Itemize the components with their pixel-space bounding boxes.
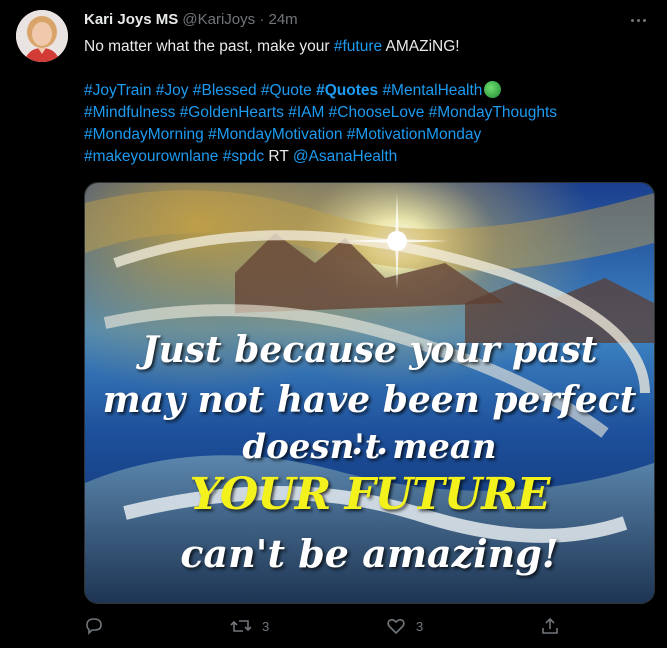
text-line-1: No matter what the past, make your #futu…	[84, 36, 649, 58]
tweet-header: Kari Joys MS @KariJoys · 24m	[84, 10, 298, 30]
author-name[interactable]: Kari Joys MS	[84, 11, 178, 28]
tweet-text: No matter what the past, make your #futu…	[84, 36, 649, 168]
text-line-6: #makeyourownlane #spdc RT @AsanaHealth	[84, 146, 649, 168]
retweet-icon	[230, 616, 252, 636]
quote-overlay: Just because your past may not have been…	[85, 183, 654, 603]
hashtag-mentalhealth[interactable]: #MentalHealth	[382, 82, 482, 99]
text-intro: No matter what the past, make your	[84, 38, 334, 55]
hashtag-blessed[interactable]: #Blessed	[193, 82, 257, 99]
hashtag-joy[interactable]: #Joy	[156, 82, 189, 99]
text-line-3: #JoyTrain #Joy #Blessed #Quote #Quotes #…	[84, 80, 649, 102]
mention-asanahealth[interactable]: @AsanaHealth	[293, 148, 398, 165]
hashtag-joytrain[interactable]: #JoyTrain	[84, 82, 151, 99]
action-bar: 3 3	[84, 616, 650, 640]
hashtags-line-5[interactable]: #MondayMorning #MondayMotivation #Motiva…	[84, 124, 649, 146]
timestamp[interactable]: 24m	[268, 11, 297, 28]
separator-dot: ·	[259, 11, 265, 28]
hashtag-future[interactable]: #future	[334, 38, 382, 55]
quote-line-5: can't be amazing!	[180, 531, 559, 576]
retweet-count: 3	[262, 618, 270, 634]
quote-line-highlight: YOUR FUTURE	[189, 469, 551, 520]
rt-label: RT	[264, 148, 293, 165]
avatar[interactable]	[16, 10, 68, 62]
like-count: 3	[416, 618, 424, 634]
quote-line-3: doesn't mean	[242, 427, 497, 467]
text-amazing: AMAZiNG!	[382, 38, 460, 55]
hashtag-quotes[interactable]: #Quotes	[316, 82, 378, 99]
tweet-image[interactable]: Just because your past may not have been…	[84, 182, 655, 604]
retweet-button[interactable]: 3	[230, 616, 269, 636]
hashtags-line-4[interactable]: #Mindfulness #GoldenHearts #IAM #ChooseL…	[84, 102, 649, 124]
quote-line-1: Just because your past	[141, 329, 598, 371]
globe-emoji-icon	[484, 81, 502, 98]
heart-icon	[386, 616, 406, 636]
tweet[interactable]: Kari Joys MS @KariJoys · 24m No matter w…	[0, 0, 667, 648]
author-handle[interactable]: @KariJoys	[182, 11, 255, 28]
share-button[interactable]	[540, 616, 570, 636]
share-icon	[540, 616, 560, 636]
like-button[interactable]: 3	[386, 616, 423, 636]
hashtag-quote[interactable]: #Quote	[261, 82, 312, 99]
reply-button[interactable]	[84, 616, 114, 636]
reply-icon	[84, 616, 104, 636]
hashtags-line-6[interactable]: #makeyourownlane #spdc	[84, 148, 264, 165]
more-options-icon[interactable]	[627, 10, 649, 30]
